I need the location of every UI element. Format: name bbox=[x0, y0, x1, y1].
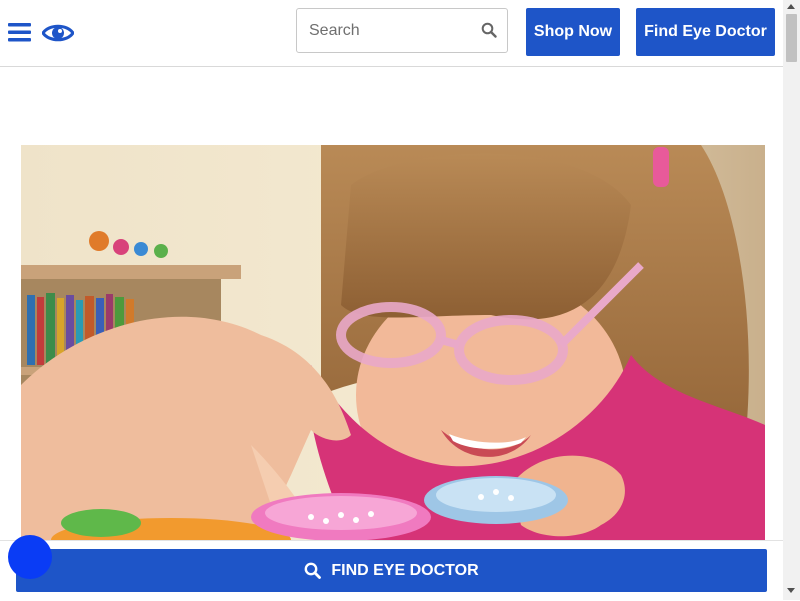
site-header: Shop Now Find Eye Doctor bbox=[0, 0, 783, 67]
vertical-scrollbar[interactable] bbox=[783, 0, 800, 600]
sticky-footer-bar: FIND EYE DOCTOR bbox=[0, 540, 783, 601]
eye-icon[interactable] bbox=[42, 22, 74, 44]
chat-bubble-button[interactable] bbox=[8, 535, 52, 579]
search-icon bbox=[304, 562, 322, 579]
find-eye-doctor-bar-button[interactable]: FIND EYE DOCTOR bbox=[16, 549, 767, 592]
search-icon[interactable] bbox=[481, 22, 497, 38]
shop-now-button[interactable]: Shop Now bbox=[526, 8, 620, 56]
hamburger-menu-icon[interactable] bbox=[8, 22, 31, 42]
find-eye-doctor-bar-label: FIND EYE DOCTOR bbox=[331, 561, 479, 579]
find-eye-doctor-button[interactable]: Find Eye Doctor bbox=[636, 8, 775, 56]
scroll-thumb[interactable] bbox=[786, 14, 797, 62]
hero-image bbox=[21, 145, 765, 540]
scroll-up-arrow-icon[interactable] bbox=[787, 4, 795, 9]
search-input[interactable] bbox=[297, 9, 484, 52]
scroll-down-arrow-icon[interactable] bbox=[787, 588, 795, 593]
search-field bbox=[296, 8, 508, 53]
